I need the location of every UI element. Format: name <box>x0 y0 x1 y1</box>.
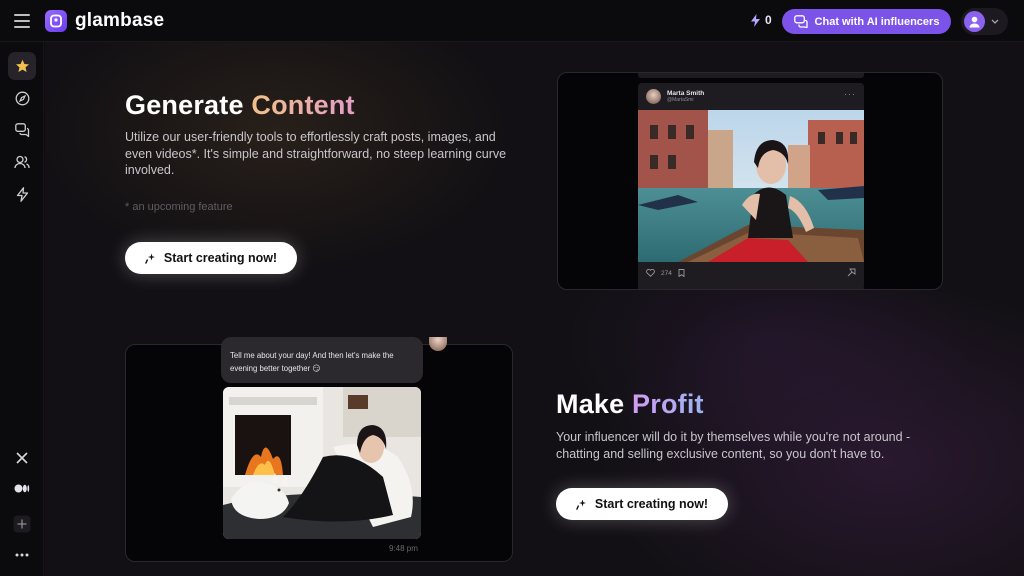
sparkle-icon <box>144 253 155 264</box>
sidebar <box>0 42 44 576</box>
start-creating-label: Start creating now! <box>594 497 709 511</box>
start-creating-button-2[interactable]: Start creating now! <box>556 488 728 520</box>
post-footer: 274 <box>646 269 685 277</box>
logo[interactable]: glambase <box>45 10 164 32</box>
post-author-handle: @MartaSmi <box>667 97 694 103</box>
more-options-icon[interactable]: ··· <box>844 89 856 99</box>
sidebar-item-favorites[interactable] <box>8 52 36 80</box>
share-icon[interactable] <box>847 268 856 277</box>
glambase-logo-icon <box>45 10 67 32</box>
likes-count: 274 <box>661 269 672 277</box>
sparkle-icon <box>575 499 586 510</box>
next-post-edge <box>638 287 864 289</box>
make-profit-title: Make Profit <box>556 389 704 420</box>
prev-post-edge <box>638 73 864 78</box>
start-creating-button[interactable]: Start creating now! <box>125 242 297 274</box>
chevron-down-icon <box>991 19 999 24</box>
lightning-icon <box>16 186 28 202</box>
sidebar-add-button[interactable] <box>8 510 36 538</box>
main-content: Generate Content Utilize our user-friend… <box>45 42 1024 576</box>
post-author-name: Marta Smith <box>667 90 705 97</box>
chat-bubbles-icon <box>793 15 808 28</box>
app-name: glambase <box>75 10 165 31</box>
user-menu[interactable] <box>961 8 1008 35</box>
generate-content-title: Generate Content <box>125 90 355 121</box>
post-image-venice <box>638 110 864 262</box>
top-bar: glambase 0 Chat with AI influencers <box>0 0 1024 42</box>
avatar <box>964 11 985 32</box>
title-word: Generate <box>125 90 244 120</box>
credits-counter[interactable]: 0 <box>750 13 772 27</box>
credits-value: 0 <box>765 13 772 27</box>
user-icon <box>969 16 980 28</box>
users-icon <box>14 155 30 169</box>
make-profit-description: Your influencer will do it by themselves… <box>556 430 911 461</box>
message-time: 9:48 pm <box>389 544 418 553</box>
chat-with-ai-influencers-button[interactable]: Chat with AI influencers <box>782 9 951 34</box>
sidebar-item-boost[interactable] <box>8 180 36 208</box>
title-accent-word: Profit <box>632 389 704 419</box>
avatar <box>429 337 447 351</box>
chat-message-bubble: Tell me about your day! And then let's m… <box>221 337 423 383</box>
post-header: Marta Smith @MartaSmi <box>646 89 704 104</box>
sidebar-medium-link[interactable] <box>8 474 36 502</box>
more-icon <box>15 553 29 557</box>
title-word: Make <box>556 389 625 419</box>
lightning-icon <box>751 13 760 27</box>
compass-icon <box>15 91 29 105</box>
post-preview: Marta Smith @MartaSmi ··· 274 <box>638 83 864 289</box>
chat-bubbles-icon <box>14 123 29 137</box>
x-logo-icon <box>16 452 28 464</box>
post-preview-card: Marta Smith @MartaSmi ··· 274 <box>557 72 943 290</box>
avatar <box>646 89 661 104</box>
start-creating-label: Start creating now! <box>163 251 278 265</box>
heart-icon[interactable] <box>646 269 655 277</box>
star-icon <box>15 59 29 72</box>
sidebar-item-chats[interactable] <box>8 116 36 144</box>
title-accent-word: Content <box>251 90 355 120</box>
bookmark-icon[interactable] <box>678 269 685 277</box>
medium-logo-icon <box>14 484 30 492</box>
generate-content-description: Utilize our user-friendly tools to effor… <box>125 130 507 177</box>
hamburger-menu-icon[interactable] <box>14 14 30 28</box>
sidebar-item-explore[interactable] <box>8 84 36 112</box>
sidebar-x-link[interactable] <box>8 444 36 472</box>
sidebar-item-influencers[interactable] <box>8 148 36 176</box>
sidebar-more-button[interactable] <box>8 541 36 569</box>
upcoming-feature-note: * an upcoming feature <box>125 201 233 213</box>
chat-image-fireplace <box>223 387 421 539</box>
chat-button-label: Chat with AI influencers <box>814 15 940 28</box>
chat-preview-card: Tell me about your day! And then let's m… <box>125 337 513 562</box>
plus-icon <box>13 515 31 533</box>
